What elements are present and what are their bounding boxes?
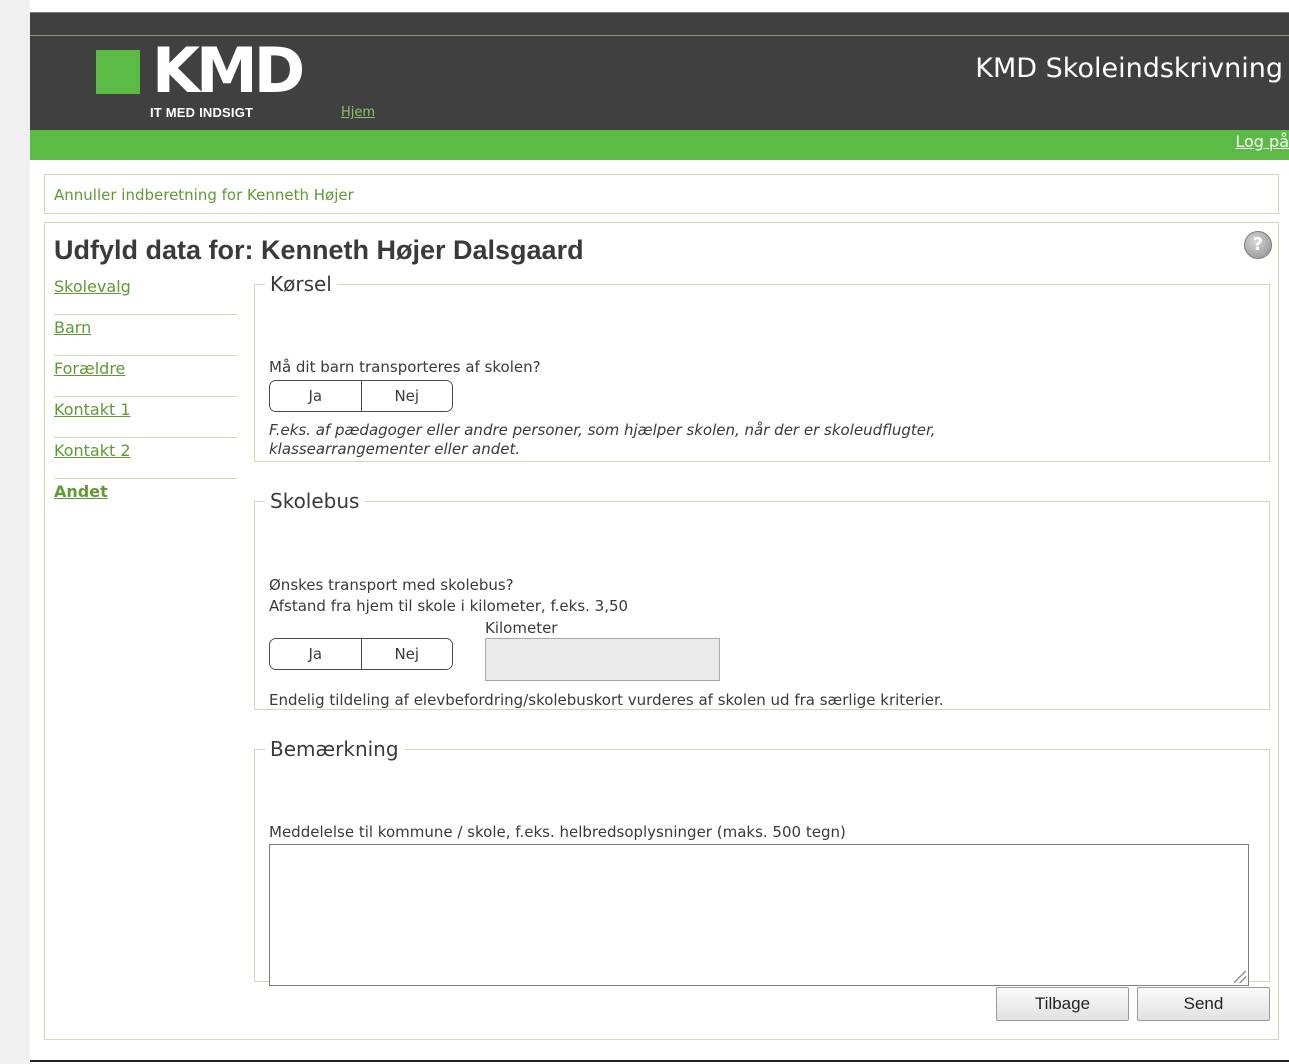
korsel-note-line-1: F.eks. af pædagoger eller andre personer… bbox=[269, 421, 936, 439]
top-strip bbox=[30, 0, 1289, 12]
kmd-logo-square-icon bbox=[96, 50, 140, 94]
login-link[interactable]: Log på bbox=[1235, 132, 1289, 151]
side-nav: Skolevalg Barn Forældre Kontakt 1 Kontak… bbox=[54, 274, 237, 520]
header-bar: KMD IT MED INDSIGT Hjem KMD Skoleindskri… bbox=[30, 12, 1289, 130]
resize-grip-icon[interactable] bbox=[1234, 971, 1246, 983]
form-panel: Udfyld data for: Kenneth Højer Dalsgaard… bbox=[44, 222, 1279, 1040]
skolebus-no-button[interactable]: Nej bbox=[360, 639, 452, 669]
home-link[interactable]: Hjem bbox=[341, 105, 375, 120]
korsel-yes-button[interactable]: Ja bbox=[270, 381, 361, 411]
app-title: KMD Skoleindskrivning bbox=[975, 53, 1283, 84]
skolebus-yes-button[interactable]: Ja bbox=[270, 639, 361, 669]
korsel-question: Må dit barn transporteres af skolen? bbox=[269, 358, 541, 376]
logo-tagline: IT MED INDSIGT bbox=[150, 105, 254, 120]
cancel-registration-link[interactable]: Annuller indberetning for Kenneth Højer bbox=[54, 186, 354, 204]
green-nav-bar: Log på bbox=[30, 130, 1289, 160]
sidebar-item-andet[interactable]: Andet bbox=[54, 479, 237, 520]
korsel-section: Kørsel Må dit barn transporteres af skol… bbox=[254, 272, 1270, 462]
bottom-divider bbox=[30, 1060, 1289, 1062]
korsel-note-line-2: klassearrangementer eller andet. bbox=[269, 440, 521, 458]
sidebar-item-foraeldre[interactable]: Forældre bbox=[54, 356, 237, 397]
back-button[interactable]: Tilbage bbox=[996, 987, 1129, 1021]
bemaerkning-label: Meddelelse til kommune / skole, f.eks. h… bbox=[269, 823, 846, 841]
remark-textarea[interactable] bbox=[269, 844, 1249, 986]
help-icon[interactable]: ? bbox=[1244, 231, 1272, 259]
page-gutter bbox=[0, 0, 30, 1064]
send-button[interactable]: Send bbox=[1137, 987, 1270, 1021]
sidebar-item-kontakt-1[interactable]: Kontakt 1 bbox=[54, 397, 237, 438]
sidebar-item-kontakt-2[interactable]: Kontakt 2 bbox=[54, 438, 237, 479]
korsel-legend: Kørsel bbox=[270, 272, 332, 296]
kmd-logo-text: KMD bbox=[152, 34, 305, 107]
skolebus-distance-text: Afstand fra hjem til skole i kilometer, … bbox=[269, 597, 629, 615]
skolebus-legend: Skolebus bbox=[270, 489, 360, 513]
bemaerkning-legend: Bemærkning bbox=[270, 737, 399, 761]
page-title: Udfyld data for: Kenneth Højer Dalsgaard bbox=[54, 235, 584, 265]
korsel-no-button[interactable]: Nej bbox=[360, 381, 452, 411]
skolebus-question: Ønskes transport med skolebus? bbox=[269, 576, 514, 594]
skolebus-note: Endelig tildeling af elevbefordring/skol… bbox=[269, 691, 944, 709]
bemaerkning-section: Bemærkning Meddelelse til kommune / skol… bbox=[254, 737, 1270, 986]
skolebus-yes-no-toggle: Ja Nej bbox=[269, 638, 453, 670]
cancel-bar: Annuller indberetning for Kenneth Højer bbox=[44, 174, 1279, 214]
skolebus-section: Skolebus Ønskes transport med skolebus? … bbox=[254, 489, 1270, 710]
kilometer-label: Kilometer bbox=[485, 619, 558, 637]
korsel-yes-no-toggle: Ja Nej bbox=[269, 380, 453, 412]
sidebar-item-barn[interactable]: Barn bbox=[54, 315, 237, 356]
kilometer-input[interactable] bbox=[485, 638, 720, 681]
sidebar-item-skolevalg[interactable]: Skolevalg bbox=[54, 274, 237, 315]
